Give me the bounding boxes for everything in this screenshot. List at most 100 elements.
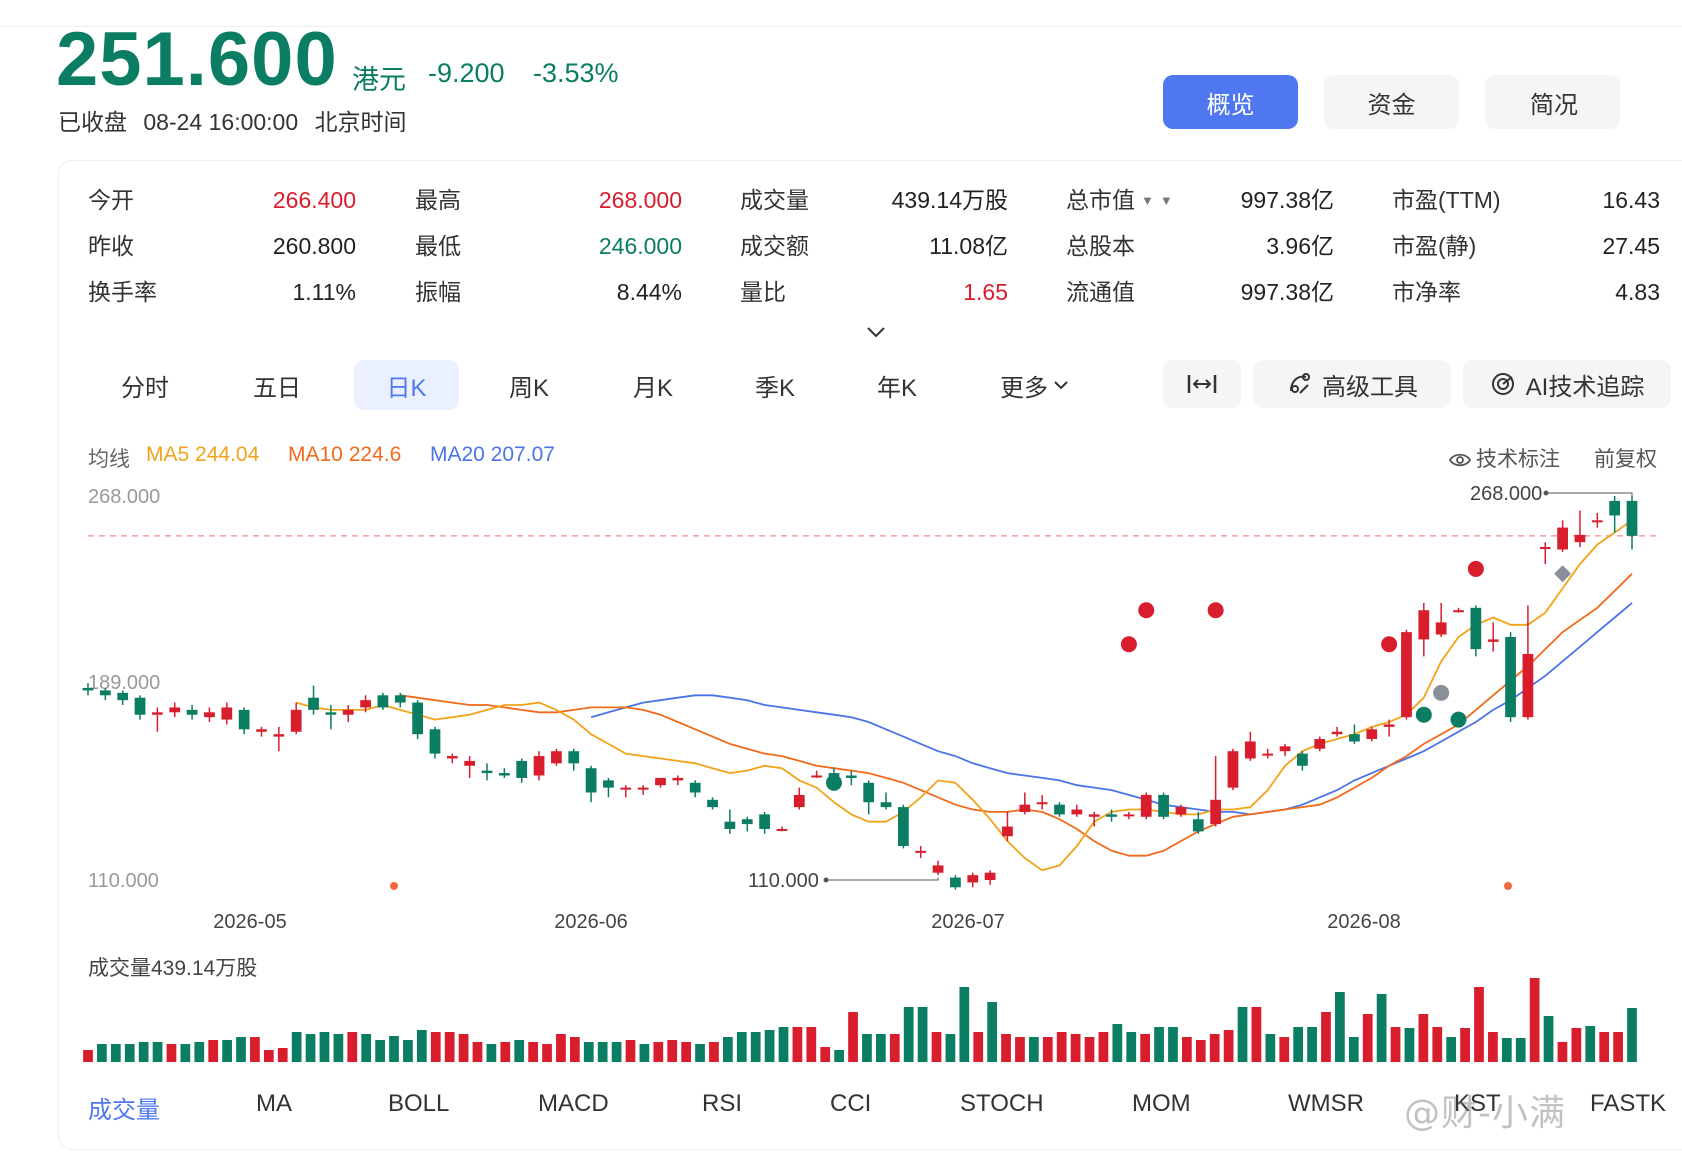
candle-body[interactable]: [204, 712, 215, 718]
candle-body[interactable]: [429, 729, 441, 754]
candle-body[interactable]: [1505, 636, 1516, 718]
candle-body[interactable]: [1401, 632, 1412, 718]
candle-body[interactable]: [845, 775, 857, 778]
candle-body[interactable]: [498, 773, 510, 776]
candle-body[interactable]: [932, 865, 944, 873]
candle-body[interactable]: [1036, 802, 1048, 805]
candle-body[interactable]: [273, 734, 285, 737]
candle-body[interactable]: [776, 828, 788, 831]
candle-body[interactable]: [1088, 814, 1100, 817]
candle-body[interactable]: [394, 695, 406, 703]
candle-body[interactable]: [1262, 753, 1274, 756]
candle-body[interactable]: [134, 697, 146, 715]
candle-body[interactable]: [1609, 500, 1621, 516]
candle-body[interactable]: [1297, 753, 1308, 766]
candle-body[interactable]: [759, 814, 770, 829]
candle-body[interactable]: [1557, 527, 1568, 550]
candle-body[interactable]: [516, 760, 528, 778]
candle-body[interactable]: [1574, 534, 1586, 543]
candle-body[interactable]: [82, 688, 94, 691]
candle-body[interactable]: [689, 782, 701, 793]
candle-body[interactable]: [412, 702, 423, 735]
candle-body[interactable]: [342, 709, 354, 715]
candle-body[interactable]: [1123, 814, 1135, 817]
candle-body[interactable]: [1106, 814, 1117, 817]
candle-body[interactable]: [1071, 809, 1083, 815]
candle-body[interactable]: [880, 802, 892, 808]
candle-body[interactable]: [1019, 804, 1031, 812]
tab-ind-stoch[interactable]: STOCH: [960, 1090, 1044, 1118]
candle-body[interactable]: [1626, 500, 1638, 536]
candle-body[interactable]: [915, 850, 927, 853]
candle-body[interactable]: [1244, 741, 1256, 759]
candle-body[interactable]: [551, 751, 562, 764]
candle-body[interactable]: [290, 709, 302, 732]
candle-body[interactable]: [186, 709, 198, 715]
candle-body[interactable]: [377, 695, 389, 708]
candle-body[interactable]: [238, 709, 250, 730]
candle-body[interactable]: [1539, 547, 1551, 550]
candle-body[interactable]: [221, 707, 233, 720]
candle-body[interactable]: [620, 787, 632, 790]
tab-ind-ma[interactable]: MA: [256, 1090, 292, 1118]
tab-ind-wmsr[interactable]: WMSR: [1288, 1090, 1364, 1118]
candle-body[interactable]: [1453, 610, 1464, 613]
candle-body[interactable]: [1418, 610, 1430, 640]
candle-body[interactable]: [967, 875, 979, 883]
candle-body[interactable]: [1227, 751, 1239, 788]
candle-body[interactable]: [793, 794, 805, 808]
candle-body[interactable]: [1435, 622, 1447, 635]
tab-ind-mom[interactable]: MOM: [1132, 1090, 1191, 1118]
candle-body[interactable]: [446, 756, 458, 759]
candle-body[interactable]: [863, 782, 875, 803]
candle-body[interactable]: [897, 807, 909, 846]
candle-body[interactable]: [741, 819, 753, 825]
candle-body[interactable]: [811, 775, 823, 778]
candle-body[interactable]: [1487, 639, 1499, 642]
candle-body[interactable]: [1383, 724, 1395, 727]
candle-body[interactable]: [585, 768, 597, 793]
tab-ind-macd[interactable]: MACD: [538, 1090, 609, 1118]
candle-body[interactable]: [1591, 520, 1603, 523]
tab-ind-cci[interactable]: CCI: [830, 1090, 871, 1118]
candle-body[interactable]: [724, 821, 736, 829]
candle-body[interactable]: [117, 692, 129, 701]
candle-body[interactable]: [308, 697, 319, 710]
candle-body[interactable]: [533, 756, 545, 776]
candle-body[interactable]: [655, 777, 666, 786]
candle-body[interactable]: [672, 777, 684, 781]
candle-body[interactable]: [637, 787, 649, 790]
volume-bar: [1098, 1032, 1109, 1062]
candle-body[interactable]: [1366, 729, 1378, 740]
candle-body[interactable]: [1158, 794, 1169, 817]
candle-body[interactable]: [169, 707, 181, 713]
candle-body[interactable]: [1279, 746, 1291, 752]
candle-body[interactable]: [325, 712, 337, 715]
candle-body[interactable]: [603, 780, 614, 788]
candle-body[interactable]: [481, 770, 493, 774]
candle-body[interactable]: [1175, 807, 1187, 815]
candle-body[interactable]: [1192, 819, 1204, 832]
candle-body[interactable]: [360, 700, 371, 708]
candle-body[interactable]: [984, 872, 996, 880]
tab-ind-boll[interactable]: BOLL: [388, 1090, 449, 1118]
candle-body[interactable]: [1470, 607, 1482, 650]
candle-body[interactable]: [707, 799, 718, 808]
candle-body[interactable]: [1331, 731, 1343, 735]
candle-body[interactable]: [950, 877, 961, 888]
tab-ind-fastk[interactable]: FASTK: [1590, 1090, 1666, 1118]
candle-body[interactable]: [1349, 734, 1360, 742]
tab-ind-rsi[interactable]: RSI: [702, 1090, 742, 1118]
candle-body[interactable]: [1140, 794, 1152, 817]
candle-body[interactable]: [1054, 804, 1065, 815]
candle-body[interactable]: [1002, 826, 1013, 837]
candle-body[interactable]: [464, 760, 476, 766]
candle-body[interactable]: [1314, 739, 1326, 749]
tab-ind-volume[interactable]: 成交量: [88, 1090, 160, 1125]
candle-body[interactable]: [1210, 799, 1222, 825]
candle-body[interactable]: [99, 690, 111, 696]
candle-body[interactable]: [1522, 653, 1534, 718]
candle-body[interactable]: [152, 712, 163, 715]
candle-body[interactable]: [256, 729, 267, 732]
candle-body[interactable]: [568, 751, 580, 764]
